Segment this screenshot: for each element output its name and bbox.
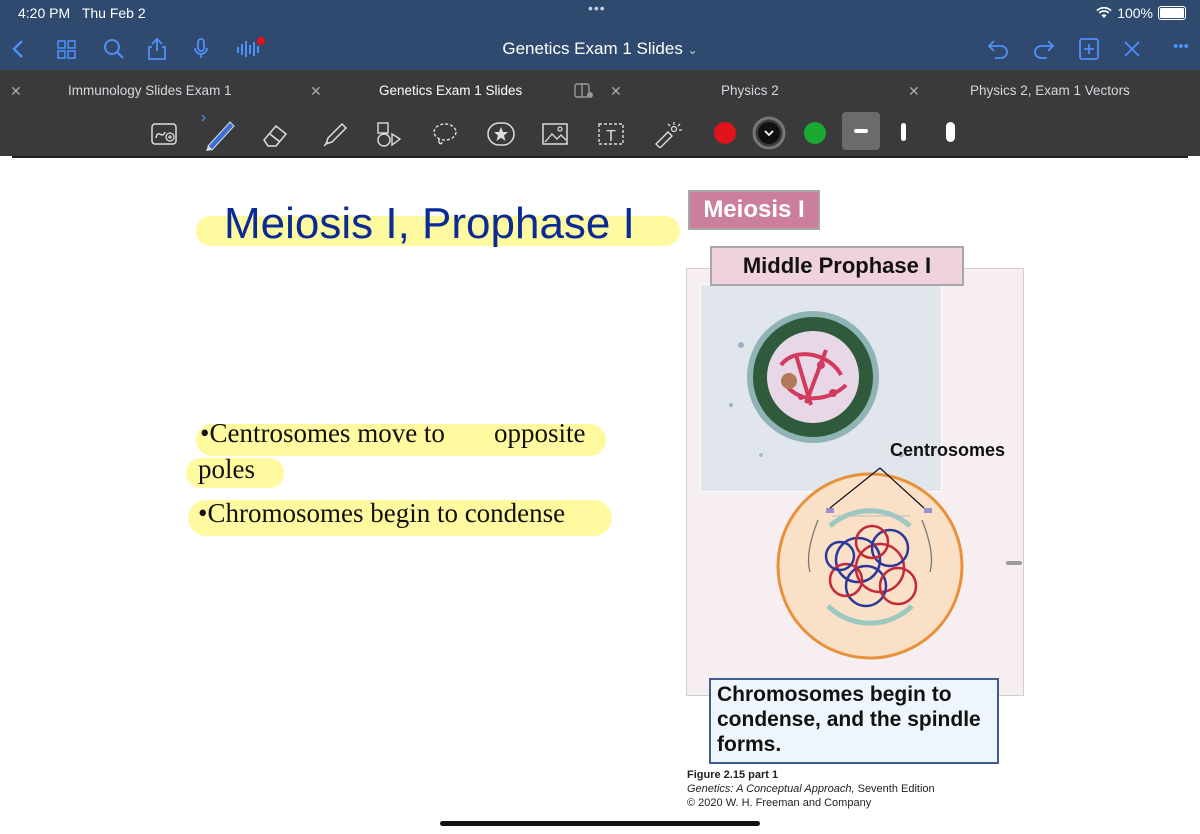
tab-physics-vectors[interactable]: Physics 2, Exam 1 Vectors [970, 70, 1130, 112]
book-title: Genetics: A Conceptual Approach, [687, 783, 855, 795]
color-red-swatch[interactable] [712, 120, 738, 146]
pen-tool-icon[interactable] [198, 112, 238, 152]
zoom-handwriting-icon[interactable] [150, 120, 180, 148]
multitask-dots[interactable]: ••• [588, 0, 606, 16]
figure-caption: Chromosomes begin to condense, and the s… [709, 678, 999, 764]
add-page-icon[interactable] [1076, 36, 1102, 62]
lasso-icon[interactable] [430, 120, 460, 148]
wifi-icon [1096, 7, 1112, 18]
book-edition: Seventh Edition [854, 783, 935, 795]
copyright: © 2020 W. H. Freeman and Company [687, 797, 872, 809]
highlighter-icon[interactable] [320, 120, 350, 148]
figure-number: Figure 2.15 part 1 [687, 769, 779, 781]
stroke-thick[interactable] [944, 122, 958, 142]
eraser-icon[interactable] [260, 120, 290, 148]
search-icon[interactable] [102, 36, 126, 62]
close-editing-icon[interactable] [1120, 36, 1144, 62]
tab-immunology[interactable]: Immunology Slides Exam 1 [68, 70, 232, 112]
tab-physics-2[interactable]: Physics 2 [721, 70, 779, 112]
split-view-icon[interactable] [574, 83, 594, 99]
centrosome-pointer-lines [829, 467, 925, 509]
figure-header: Meiosis I [688, 190, 820, 230]
bullet-centrosomes: •Centrosomes move to [200, 418, 445, 448]
home-indicator[interactable] [440, 821, 760, 826]
battery-percent: 100% [1117, 5, 1153, 21]
tab-close-icon[interactable]: ✕ [10, 70, 22, 112]
centrosomes-label: Centrosomes [890, 440, 1006, 460]
image-icon[interactable] [540, 120, 570, 148]
tab-close-icon[interactable]: ✕ [610, 70, 622, 112]
figure-subheader: Middle Prophase I [710, 246, 964, 286]
laser-pointer-icon[interactable] [652, 120, 682, 148]
tab-close-icon[interactable]: ✕ [310, 70, 322, 112]
bullet-centrosomes-cont: opposite [494, 418, 586, 448]
battery-icon [1158, 6, 1186, 20]
color-black-swatch-selected[interactable] [752, 116, 786, 150]
thumbnails-grid-icon[interactable] [56, 36, 78, 62]
drawing-toolbar: T [0, 112, 1200, 156]
svg-text:T: T [606, 128, 616, 145]
back-icon[interactable] [10, 36, 26, 62]
more-menu-icon[interactable]: ••• [1166, 34, 1196, 60]
audio-recording-icon[interactable] [234, 36, 266, 62]
sticker-star-icon[interactable] [486, 120, 516, 148]
bullet-poles: poles [198, 454, 255, 484]
text-box-icon[interactable]: T [596, 120, 626, 148]
bullet-chromosomes: •Chromosomes begin to condense [198, 498, 566, 528]
slide-title: Meiosis I, Prophase I [224, 199, 635, 248]
document-title[interactable]: Genetics Exam 1 Slides ⌄ [0, 39, 1200, 59]
status-time: 4:20 PM Thu Feb 2 [18, 5, 146, 21]
color-green-swatch[interactable] [802, 120, 828, 146]
shapes-icon[interactable] [374, 120, 404, 148]
page-scroll-indicator[interactable] [1006, 561, 1022, 565]
redo-icon[interactable] [1030, 36, 1056, 62]
stroke-thin-selected[interactable] [842, 112, 880, 150]
tab-bar: ✕ Immunology Slides Exam 1 ✕ Genetics Ex… [0, 70, 1200, 112]
share-icon[interactable] [146, 36, 168, 62]
microphone-icon[interactable] [192, 36, 210, 62]
figure-credit: Figure 2.15 part 1 Genetics: A Conceptua… [687, 768, 935, 810]
nav-bar: Genetics Exam 1 Slides ⌄ ••• [0, 28, 1200, 70]
tab-close-icon[interactable]: ✕ [908, 70, 920, 112]
stroke-medium[interactable] [898, 123, 908, 141]
battery-status: 100% [1096, 5, 1186, 21]
status-bar: 4:20 PM Thu Feb 2 ••• 100% [0, 0, 1200, 28]
undo-icon[interactable] [986, 36, 1012, 62]
tab-genetics[interactable]: Genetics Exam 1 Slides [379, 70, 522, 112]
